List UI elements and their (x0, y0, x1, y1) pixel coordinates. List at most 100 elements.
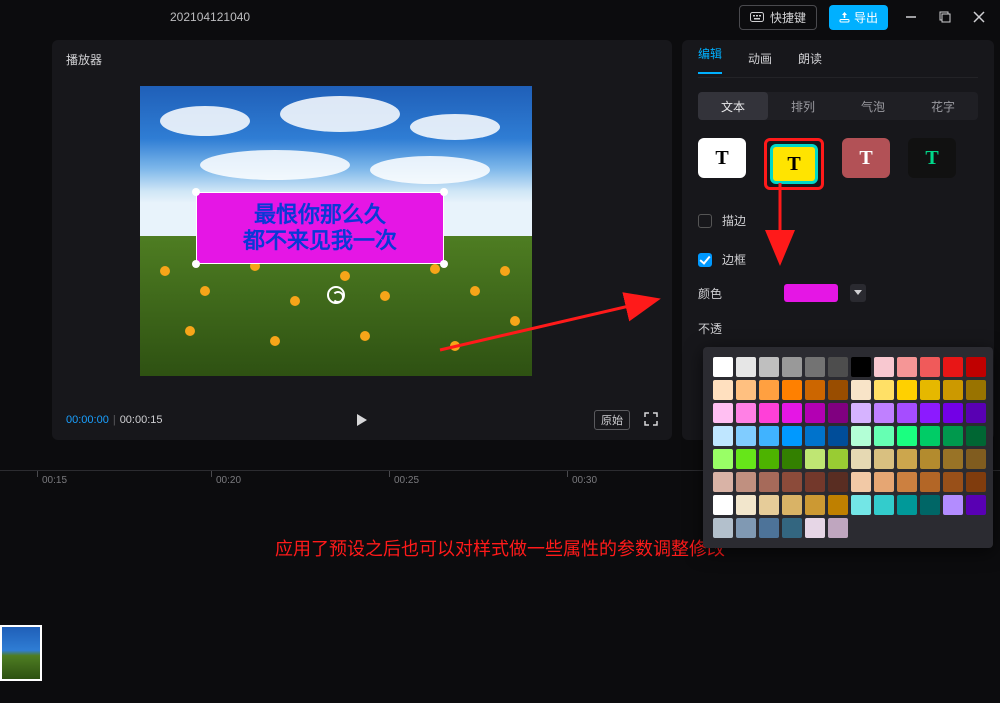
palette-swatch[interactable] (736, 518, 756, 538)
text-overlay[interactable]: 最恨你那么久 都不来见我一次 (196, 192, 444, 264)
palette-swatch[interactable] (897, 403, 917, 423)
maximize-button[interactable] (934, 6, 956, 28)
palette-swatch[interactable] (874, 426, 894, 446)
palette-swatch[interactable] (966, 495, 986, 515)
palette-swatch[interactable] (828, 472, 848, 492)
palette-swatch[interactable] (759, 357, 779, 377)
palette-swatch[interactable] (828, 426, 848, 446)
palette-swatch[interactable] (828, 357, 848, 377)
palette-swatch[interactable] (874, 495, 894, 515)
palette-swatch[interactable] (851, 403, 871, 423)
palette-swatch[interactable] (920, 403, 940, 423)
palette-swatch[interactable] (782, 380, 802, 400)
palette-swatch[interactable] (920, 472, 940, 492)
palette-swatch[interactable] (782, 449, 802, 469)
palette-swatch[interactable] (736, 449, 756, 469)
resize-handle[interactable] (440, 260, 448, 268)
palette-swatch[interactable] (897, 357, 917, 377)
palette-swatch[interactable] (897, 472, 917, 492)
palette-swatch[interactable] (805, 518, 825, 538)
palette-swatch[interactable] (943, 449, 963, 469)
palette-swatch[interactable] (851, 357, 871, 377)
palette-swatch[interactable] (874, 449, 894, 469)
border-checkbox[interactable] (698, 253, 712, 267)
palette-swatch[interactable] (874, 357, 894, 377)
palette-swatch[interactable] (713, 403, 733, 423)
palette-swatch[interactable] (851, 449, 871, 469)
palette-swatch[interactable] (943, 426, 963, 446)
close-button[interactable] (968, 6, 990, 28)
tab-read[interactable]: 朗读 (798, 50, 822, 67)
palette-swatch[interactable] (920, 426, 940, 446)
preset-1[interactable]: T (698, 138, 746, 178)
palette-swatch[interactable] (805, 426, 825, 446)
fullscreen-button[interactable] (644, 412, 658, 429)
palette-swatch[interactable] (828, 380, 848, 400)
palette-swatch[interactable] (713, 472, 733, 492)
palette-swatch[interactable] (943, 472, 963, 492)
palette-swatch[interactable] (736, 426, 756, 446)
palette-swatch[interactable] (828, 495, 848, 515)
palette-swatch[interactable] (920, 449, 940, 469)
minimize-button[interactable] (900, 6, 922, 28)
palette-swatch[interactable] (966, 449, 986, 469)
color-dropdown-toggle[interactable] (850, 284, 866, 302)
border-option[interactable]: 边框 (698, 251, 978, 268)
palette-swatch[interactable] (874, 380, 894, 400)
palette-swatch[interactable] (805, 380, 825, 400)
palette-swatch[interactable] (897, 495, 917, 515)
palette-swatch[interactable] (805, 495, 825, 515)
color-swatch[interactable] (784, 284, 838, 302)
palette-swatch[interactable] (782, 518, 802, 538)
palette-swatch[interactable] (713, 357, 733, 377)
palette-swatch[interactable] (713, 495, 733, 515)
palette-swatch[interactable] (851, 380, 871, 400)
export-button[interactable]: 导出 (829, 5, 888, 30)
tab-animation[interactable]: 动画 (748, 50, 772, 67)
tab-edit[interactable]: 编辑 (698, 45, 722, 74)
ratio-button[interactable]: 原始 (594, 410, 630, 430)
palette-swatch[interactable] (782, 403, 802, 423)
palette-swatch[interactable] (897, 426, 917, 446)
palette-swatch[interactable] (920, 495, 940, 515)
palette-swatch[interactable] (805, 403, 825, 423)
palette-swatch[interactable] (713, 518, 733, 538)
palette-swatch[interactable] (966, 357, 986, 377)
stroke-option[interactable]: 描边 (698, 212, 978, 229)
palette-swatch[interactable] (966, 426, 986, 446)
palette-swatch[interactable] (782, 357, 802, 377)
palette-swatch[interactable] (736, 472, 756, 492)
palette-swatch[interactable] (736, 495, 756, 515)
palette-swatch[interactable] (966, 403, 986, 423)
stroke-checkbox[interactable] (698, 214, 712, 228)
subtab-text[interactable]: 文本 (698, 92, 768, 120)
resize-handle[interactable] (192, 260, 200, 268)
palette-swatch[interactable] (805, 449, 825, 469)
shortcut-button[interactable]: 快捷键 (739, 5, 817, 30)
palette-swatch[interactable] (759, 403, 779, 423)
subtab-arrange[interactable]: 排列 (768, 98, 838, 115)
palette-swatch[interactable] (874, 403, 894, 423)
palette-swatch[interactable] (713, 449, 733, 469)
palette-swatch[interactable] (851, 426, 871, 446)
palette-swatch[interactable] (782, 426, 802, 446)
palette-swatch[interactable] (759, 518, 779, 538)
palette-swatch[interactable] (828, 449, 848, 469)
palette-swatch[interactable] (736, 357, 756, 377)
video-preview[interactable]: 最恨你那么久 都不来见我一次 (140, 86, 532, 376)
clip-thumbnail[interactable] (0, 625, 42, 681)
palette-swatch[interactable] (782, 472, 802, 492)
palette-swatch[interactable] (736, 403, 756, 423)
preset-4[interactable]: T (908, 138, 956, 178)
subtab-artword[interactable]: 花字 (908, 98, 978, 115)
palette-swatch[interactable] (736, 380, 756, 400)
palette-swatch[interactable] (920, 357, 940, 377)
rotate-handle[interactable] (327, 286, 345, 304)
preset-2[interactable]: T (770, 144, 818, 184)
palette-swatch[interactable] (943, 380, 963, 400)
palette-swatch[interactable] (759, 449, 779, 469)
palette-swatch[interactable] (966, 472, 986, 492)
palette-swatch[interactable] (713, 426, 733, 446)
palette-swatch[interactable] (943, 495, 963, 515)
palette-swatch[interactable] (874, 472, 894, 492)
